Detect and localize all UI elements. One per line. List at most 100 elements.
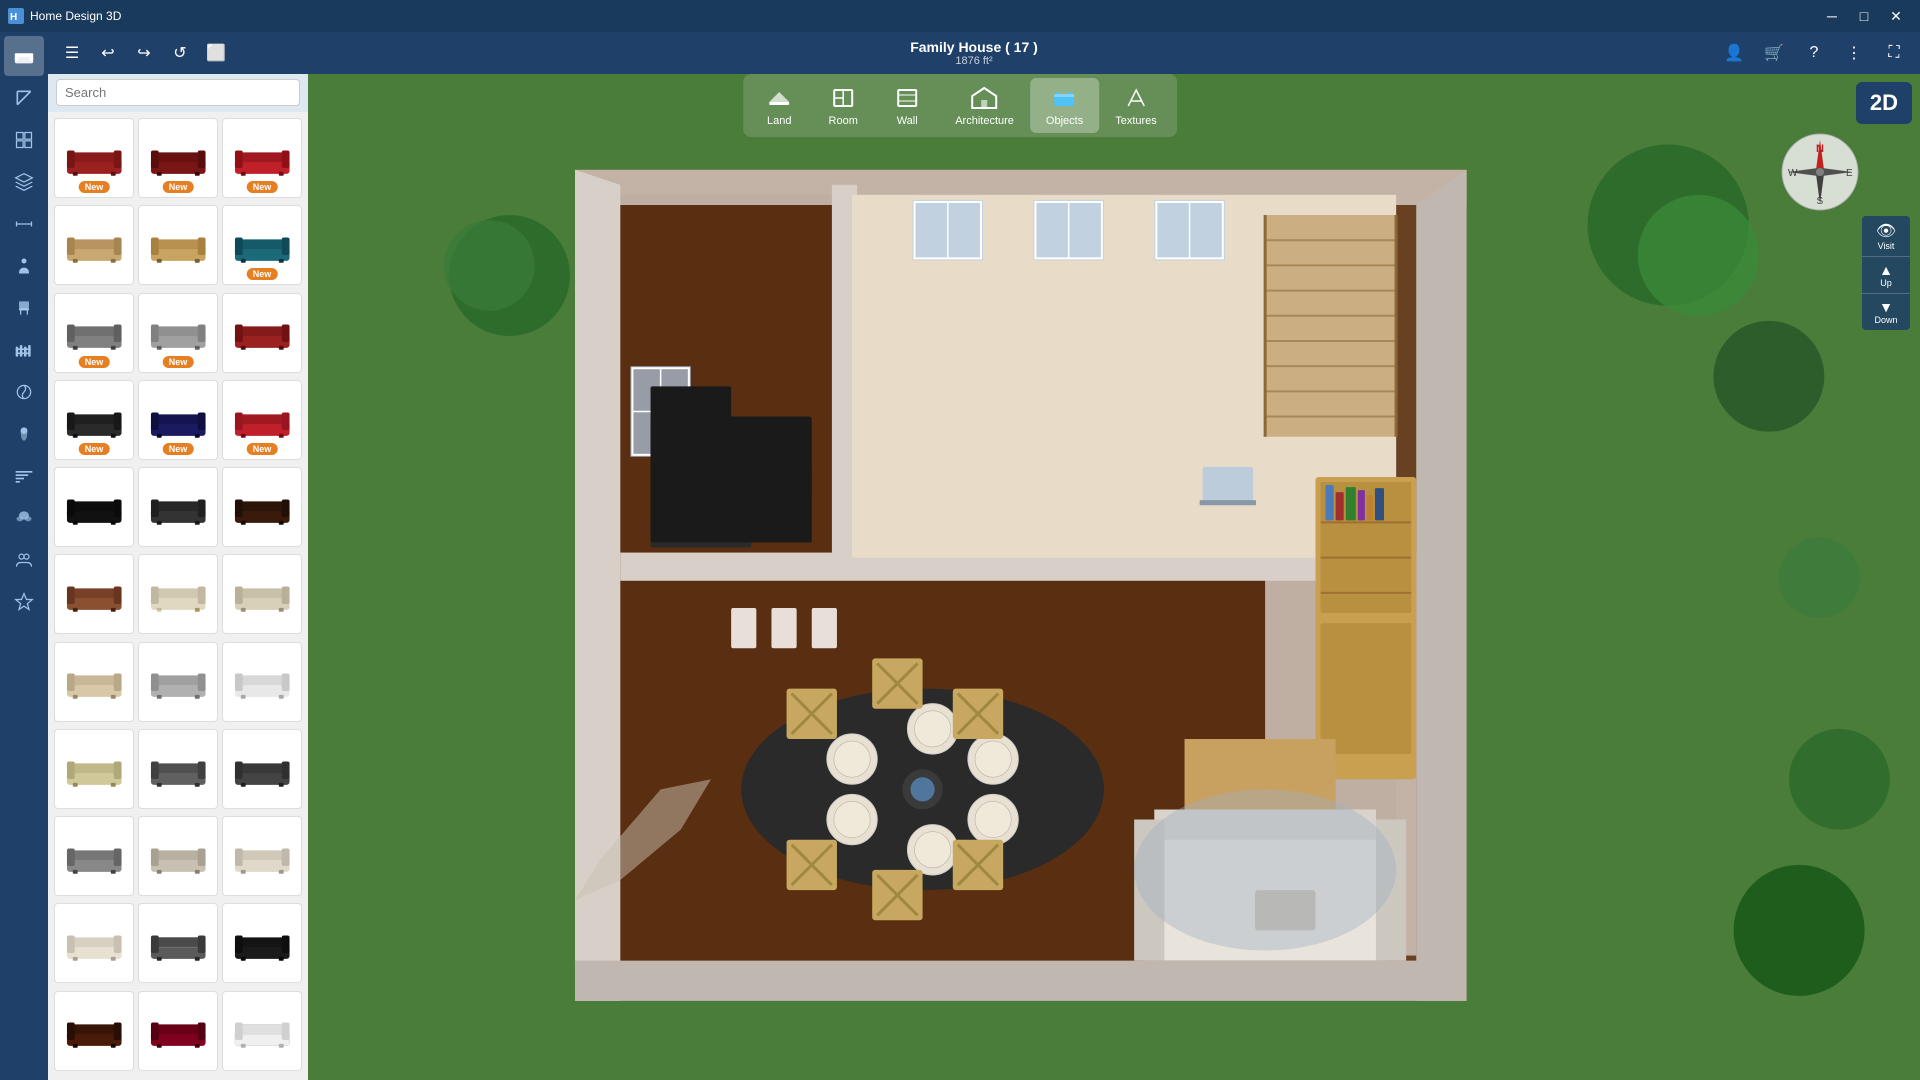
sofa-item-5[interactable] <box>138 205 218 285</box>
down-label: Down <box>1862 315 1910 325</box>
sidebar-group[interactable] <box>4 540 44 580</box>
sofa-item-26[interactable] <box>138 816 218 896</box>
sofa-item-7[interactable]: New <box>54 293 134 373</box>
new-badge-12: New <box>247 443 278 455</box>
sofa-item-6[interactable]: New <box>222 205 302 285</box>
view-controls: 👁 Visit ▲ Up ▼ Down <box>1862 216 1910 330</box>
nav-architecture[interactable]: Architecture <box>939 78 1030 133</box>
sofa-item-24[interactable] <box>222 729 302 809</box>
sofa-item-8[interactable]: New <box>138 293 218 373</box>
sofa-item-2[interactable]: New <box>138 118 218 198</box>
sofa-item-29[interactable] <box>138 903 218 983</box>
close-button[interactable]: ✕ <box>1880 0 1912 32</box>
sidebar-stairs[interactable] <box>4 456 44 496</box>
up-button[interactable]: ▲ Up <box>1862 256 1910 293</box>
sofa-item-3[interactable]: New <box>222 118 302 198</box>
compass: N S W E <box>1780 132 1860 212</box>
compass-svg: N S W E <box>1780 132 1860 212</box>
sofa-item-15[interactable] <box>222 467 302 547</box>
sofa-item-21[interactable] <box>222 642 302 722</box>
sidebar-tools[interactable] <box>4 78 44 118</box>
svg-text:H: H <box>10 12 17 23</box>
sofa-item-4[interactable] <box>54 205 134 285</box>
sofa-item-1[interactable]: New <box>54 118 134 198</box>
sofa-item-25[interactable] <box>54 816 134 896</box>
objects-icon <box>1051 84 1079 112</box>
restore-button[interactable]: □ <box>1848 0 1880 32</box>
help-button[interactable]: ? <box>1796 37 1832 69</box>
sofa-item-19[interactable] <box>54 642 134 722</box>
sofa-svg-13 <box>65 478 124 537</box>
sofa-item-31[interactable] <box>54 991 134 1071</box>
sidebar-dimension[interactable] <box>4 204 44 244</box>
person-icon <box>14 256 34 276</box>
svg-text:S: S <box>1817 196 1824 207</box>
undo-button[interactable]: ↩ <box>92 37 124 69</box>
sofa-item-27[interactable] <box>222 816 302 896</box>
sidebar-person[interactable] <box>4 246 44 286</box>
wall-icon <box>893 84 921 112</box>
sofa-item-14[interactable] <box>138 467 218 547</box>
sidebar-outdoor[interactable] <box>4 414 44 454</box>
menu-button[interactable]: ☰ <box>56 37 88 69</box>
nav-textures[interactable]: Textures <box>1099 78 1173 133</box>
sofa-item-12[interactable]: New <box>222 380 302 460</box>
sidebar-fence[interactable] <box>4 330 44 370</box>
refresh-button[interactable]: ↺ <box>164 37 196 69</box>
sofa-icon <box>13 45 35 67</box>
sofa-item-33[interactable] <box>222 991 302 1071</box>
more-button[interactable]: ⋮ <box>1836 37 1872 69</box>
view-mode-button[interactable]: 2D <box>1856 82 1912 124</box>
svg-text:N: N <box>1816 143 1824 155</box>
new-badge-3: New <box>247 181 278 193</box>
camera-button[interactable]: ⬜ <box>200 37 232 69</box>
nav-wall[interactable]: Wall <box>875 78 939 133</box>
fullscreen-button[interactable]: ⛶ <box>1876 37 1912 69</box>
redo-button[interactable]: ↪ <box>128 37 160 69</box>
sofa-svg-16 <box>65 565 124 624</box>
sidebar-plant[interactable] <box>4 498 44 538</box>
visit-button[interactable]: 👁 Visit <box>1862 216 1910 256</box>
sidebar-sofa[interactable] <box>4 36 44 76</box>
nav-room-label: Room <box>829 115 858 127</box>
sofa-svg-5 <box>149 216 208 275</box>
nav-land[interactable]: Land <box>747 78 811 133</box>
sofa-item-28[interactable] <box>54 903 134 983</box>
sofa-item-30[interactable] <box>222 903 302 983</box>
main-view[interactable]: 2D N S W E 👁 Visit <box>308 74 1920 1080</box>
shop-button[interactable]: 🛒 <box>1756 37 1792 69</box>
sofa-svg-4 <box>65 216 124 275</box>
fence-icon <box>14 340 34 360</box>
sofa-item-18[interactable] <box>222 554 302 634</box>
search-input[interactable] <box>56 79 300 106</box>
sidebar-layers[interactable] <box>4 162 44 202</box>
sofa-svg-28 <box>65 914 124 973</box>
sofa-item-10[interactable]: New <box>54 380 134 460</box>
app-icon: H <box>8 8 24 24</box>
sofa-svg-7 <box>65 303 124 362</box>
sidebar-special[interactable] <box>4 582 44 622</box>
sofa-svg-30 <box>233 914 292 973</box>
sofa-svg-6 <box>233 216 292 275</box>
sidebar-grid[interactable] <box>4 120 44 160</box>
sofa-item-16[interactable] <box>54 554 134 634</box>
sofa-item-11[interactable]: New <box>138 380 218 460</box>
sofa-svg-21 <box>233 652 292 711</box>
sofa-item-22[interactable] <box>54 729 134 809</box>
sofa-item-32[interactable] <box>138 991 218 1071</box>
window-title: Family House ( 17 ) <box>910 39 1038 55</box>
sidebar-decor[interactable] <box>4 372 44 412</box>
sofa-item-9[interactable] <box>222 293 302 373</box>
sofa-item-17[interactable] <box>138 554 218 634</box>
down-button[interactable]: ▼ Down <box>1862 293 1910 330</box>
sofa-item-20[interactable] <box>138 642 218 722</box>
sofa-item-13[interactable] <box>54 467 134 547</box>
sofa-svg-33 <box>233 1001 292 1060</box>
sofa-item-23[interactable] <box>138 729 218 809</box>
nav-objects[interactable]: Objects <box>1030 78 1099 133</box>
nav-room[interactable]: Room <box>811 78 875 133</box>
minimize-button[interactable]: ─ <box>1816 0 1848 32</box>
profile-button[interactable]: 👤 <box>1716 37 1752 69</box>
special-icon <box>14 592 34 612</box>
sidebar-chair[interactable] <box>4 288 44 328</box>
